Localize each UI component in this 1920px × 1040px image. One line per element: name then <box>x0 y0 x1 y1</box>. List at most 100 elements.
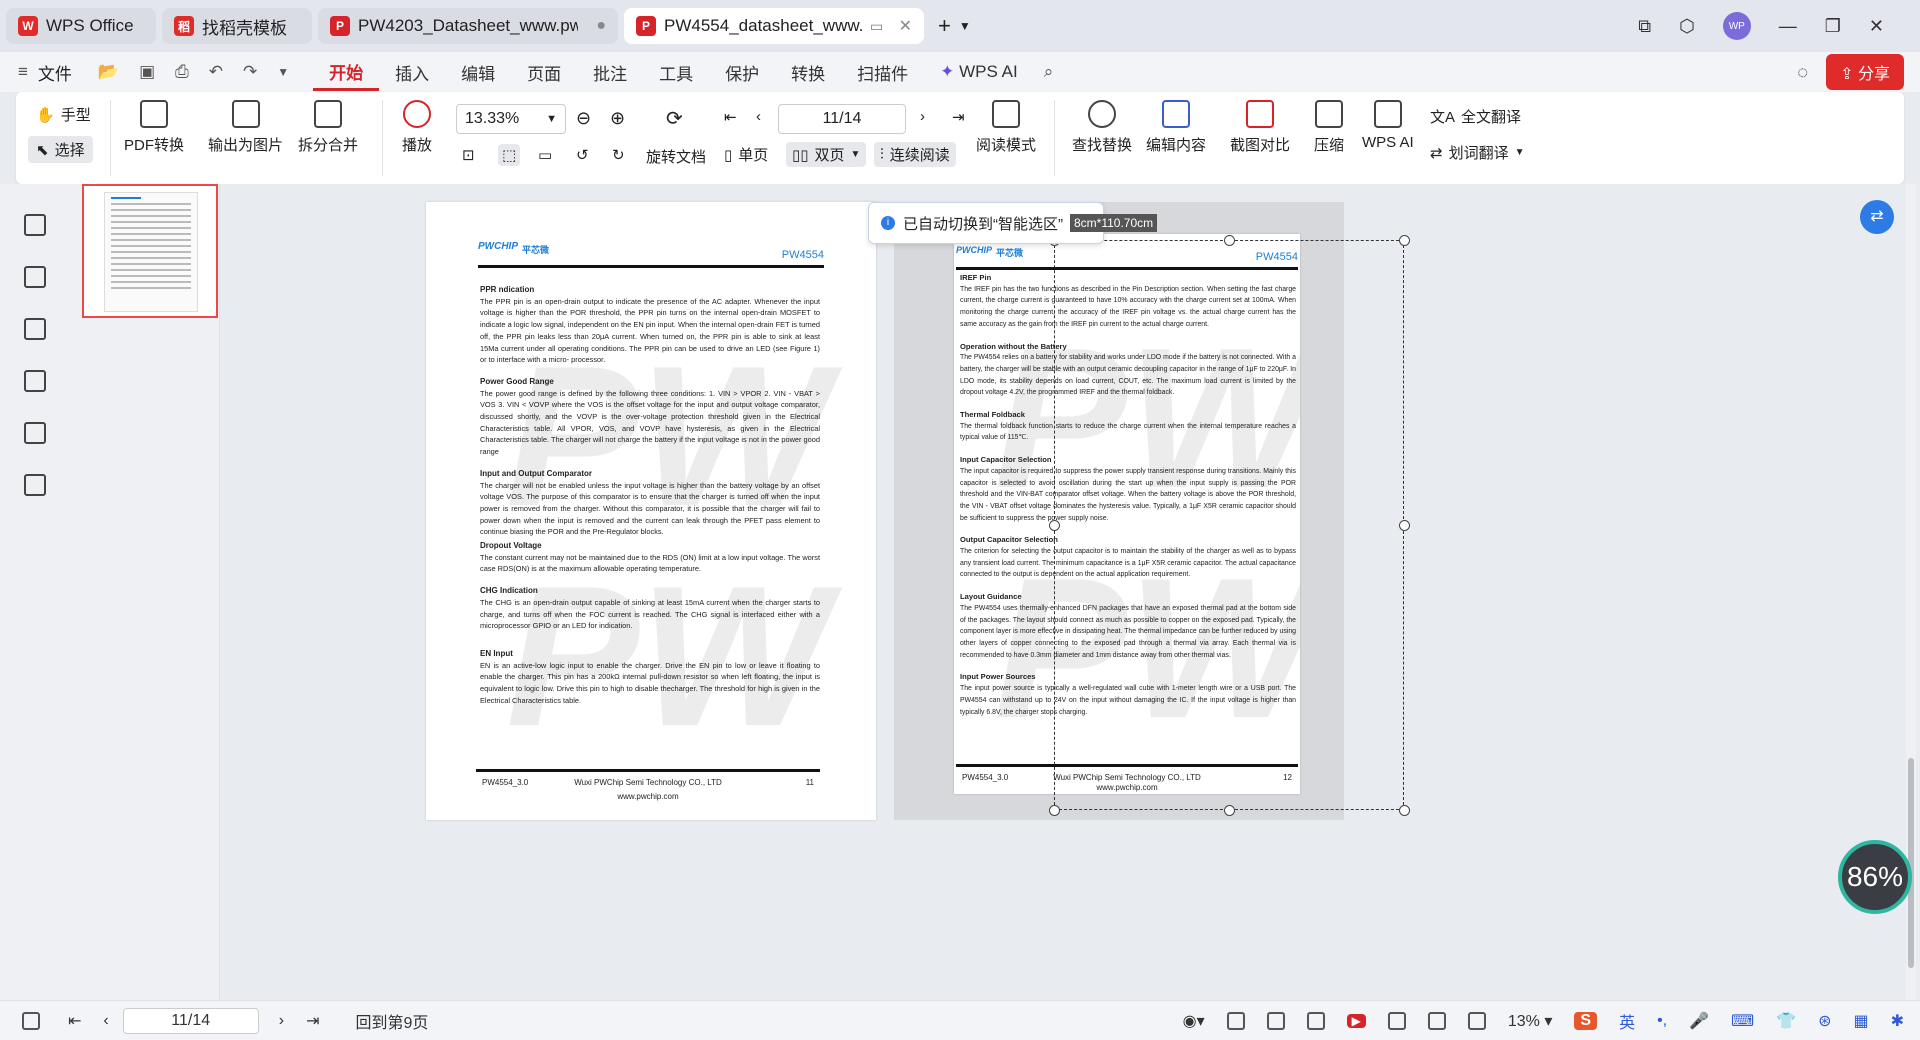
menu-tools[interactable]: 工具 <box>643 60 709 85</box>
edit-content-button[interactable]: 编辑内容 <box>1146 100 1206 155</box>
ime-language[interactable]: 英 <box>1619 1009 1635 1033</box>
resize-handle[interactable] <box>1399 805 1410 816</box>
page-11[interactable]: PW PW PWCHIP 平芯微 PW4554 PPR ndication The… <box>426 202 876 820</box>
menu-annotate[interactable]: 批注 <box>577 60 643 85</box>
shirt-icon[interactable]: 👕 <box>1776 1011 1796 1031</box>
avatar[interactable]: WP <box>1722 12 1751 40</box>
prev-page-icon[interactable]: ‹ <box>103 1012 108 1030</box>
rotate-right-icon[interactable]: ↻ <box>612 146 625 164</box>
menu-convert[interactable]: 转换 <box>775 60 841 85</box>
resize-handle[interactable] <box>1049 805 1060 816</box>
eye-icon[interactable]: ◉▾ <box>1183 1011 1205 1031</box>
settings-icon[interactable]: ✱ <box>1891 1011 1904 1031</box>
tab-pw4554[interactable]: P PW4554_datasheet_www.pv ▭ ✕ <box>624 8 924 44</box>
play-icon[interactable]: ▶ <box>1346 1013 1366 1028</box>
resize-handle[interactable] <box>1399 520 1410 531</box>
read-mode-button[interactable]: 阅读模式 <box>976 100 1036 155</box>
cube-icon[interactable]: ⬡ <box>1679 16 1695 37</box>
ime-logo-icon[interactable]: S <box>1574 1011 1598 1030</box>
tab-wps-office[interactable]: W WPS Office <box>6 8 156 44</box>
resize-handle[interactable] <box>1049 520 1060 531</box>
continuous-read-button[interactable]: ⫶ 连续阅读 <box>874 142 956 167</box>
hand-tool-button[interactable]: ✋ 手型 <box>36 104 91 125</box>
actual-size-icon[interactable]: ⊡ <box>462 146 475 164</box>
export-image-button[interactable]: 输出为图片 <box>208 100 283 155</box>
signature-icon[interactable] <box>24 422 46 444</box>
menu-wps-ai[interactable]: ✦ WPS AI <box>924 62 1034 82</box>
save-icon[interactable]: ▣ <box>139 62 155 82</box>
double-page-button[interactable]: ▯▯ 双页 ▼ <box>786 142 867 167</box>
resize-handle[interactable] <box>1224 235 1235 246</box>
next-page-icon[interactable]: › <box>920 108 925 125</box>
menu-page[interactable]: 页面 <box>511 60 577 85</box>
comment-icon[interactable] <box>24 318 46 340</box>
single-page-button[interactable]: ▯ 单页 <box>724 144 768 165</box>
keyboard-icon[interactable]: ⌨ <box>1731 1011 1754 1031</box>
page-number-input[interactable]: 11/14 <box>778 104 906 134</box>
game-icon[interactable]: ⊛ <box>1818 1011 1831 1031</box>
thumbnail-icon[interactable] <box>24 266 46 288</box>
last-page-icon[interactable]: ⇥ <box>952 108 965 126</box>
chevron-down-icon[interactable]: ▼ <box>277 65 289 79</box>
single-view-icon[interactable] <box>1266 1011 1285 1030</box>
continuous-view-icon[interactable] <box>1226 1011 1245 1030</box>
resize-handle[interactable] <box>1224 805 1235 816</box>
minimize-icon[interactable]: — <box>1779 16 1797 37</box>
wps-ai-button[interactable]: WPS AI <box>1362 100 1414 151</box>
page-thumbnail[interactable] <box>82 184 218 318</box>
menu-insert[interactable]: 插入 <box>379 60 445 85</box>
menu-protect[interactable]: 保护 <box>709 60 775 85</box>
bookmark-icon[interactable] <box>24 214 46 236</box>
rotate-icon[interactable]: ⟳ <box>666 106 683 131</box>
full-translate-button[interactable]: 文A 全文翻译 <box>1430 106 1521 127</box>
chat-icon[interactable]: ◌ <box>1797 62 1808 83</box>
rotate-icon[interactable] <box>1467 1011 1486 1030</box>
performance-gauge[interactable]: 86% <box>1838 840 1912 914</box>
new-tab-icon[interactable]: + <box>938 13 951 39</box>
first-page-icon[interactable]: ⇤ <box>724 108 737 126</box>
print-icon[interactable]: ⎙ <box>175 62 189 82</box>
resize-handle[interactable] <box>1399 235 1410 246</box>
fit-width-icon[interactable] <box>1387 1011 1406 1030</box>
folder-icon[interactable]: 📂 <box>98 62 119 82</box>
menu-start[interactable]: 开始 <box>313 59 380 91</box>
screenshot-compare-button[interactable]: 截图对比 <box>1230 100 1290 155</box>
fit-page-icon[interactable] <box>1427 1011 1446 1030</box>
window-icon[interactable]: ▭ <box>870 18 883 35</box>
rotate-left-icon[interactable]: ↺ <box>576 146 589 164</box>
menu-edit[interactable]: 编辑 <box>445 60 511 85</box>
translate-float-icon[interactable]: ⇄ <box>1860 200 1894 234</box>
share-button[interactable]: ⇪ 分享 <box>1826 54 1904 90</box>
layers-icon[interactable] <box>24 474 46 496</box>
fit-page-icon[interactable]: ⬚ <box>498 144 521 166</box>
status-zoom[interactable]: 13% ▾ <box>1508 1011 1553 1031</box>
tab-pw4203[interactable]: P PW4203_Datasheet_www.pwchi ● <box>318 8 618 44</box>
last-page-icon[interactable]: ⇥ <box>306 1011 319 1031</box>
mic-icon[interactable]: 🎤 <box>1689 1011 1709 1031</box>
play-button[interactable]: 播放 <box>402 100 432 155</box>
grid-icon[interactable]: ▦ <box>1853 1011 1868 1031</box>
search-icon[interactable]: ⌕ <box>1044 62 1054 82</box>
double-view-icon[interactable] <box>1306 1011 1325 1030</box>
word-translate-button[interactable]: ⇄ 划词翻译 ▼ <box>1430 142 1525 163</box>
fit-width-icon[interactable]: ▭ <box>538 146 552 164</box>
undo-icon[interactable]: ↶ <box>209 62 223 82</box>
menu-file[interactable]: 文件 <box>38 60 72 85</box>
find-replace-button[interactable]: 查找替换 <box>1072 100 1132 155</box>
close-icon[interactable]: ✕ <box>899 16 912 36</box>
smart-selection-box[interactable] <box>1054 240 1404 810</box>
pdf-convert-button[interactable]: PDF转换 <box>124 100 184 155</box>
punctuation-icon[interactable]: •, <box>1657 1012 1667 1030</box>
status-page-input[interactable]: 11/14 <box>122 1007 259 1034</box>
back-to-page-link[interactable]: 回到第9页 <box>355 1009 428 1033</box>
redo-icon[interactable]: ↷ <box>243 62 257 82</box>
tab-template[interactable]: 稻 找稻壳模板 <box>162 8 312 44</box>
hamburger-icon[interactable]: ≡ <box>18 62 28 82</box>
sidebar-toggle-icon[interactable] <box>22 1011 40 1030</box>
compress-button[interactable]: 压缩 <box>1314 100 1344 155</box>
select-tool-button[interactable]: ⬉ 选择 <box>28 136 93 163</box>
maximize-icon[interactable]: ❐ <box>1825 16 1841 37</box>
zoom-out-icon[interactable]: ⊖ <box>576 108 591 129</box>
attachment-icon[interactable] <box>24 370 46 392</box>
split-merge-button[interactable]: 拆分合并 <box>298 100 358 155</box>
